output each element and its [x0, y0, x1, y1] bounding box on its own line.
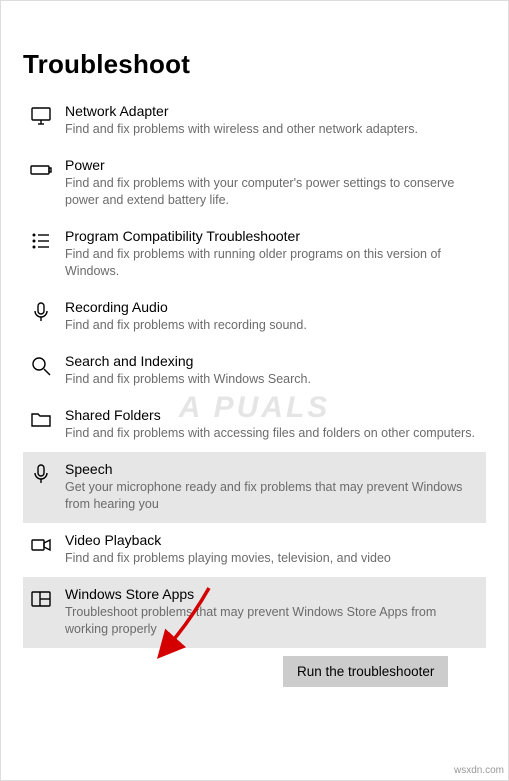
item-title: Speech	[65, 460, 480, 478]
item-title: Shared Folders	[65, 406, 480, 424]
troubleshooter-item-shared-folders[interactable]: Shared Folders Find and fix problems wit…	[23, 398, 486, 452]
item-desc: Find and fix problems playing movies, te…	[65, 550, 480, 567]
troubleshooter-item-search-indexing[interactable]: Search and Indexing Find and fix problem…	[23, 344, 486, 398]
item-title: Power	[65, 156, 480, 174]
footer-text: wsxdn.com	[454, 765, 504, 776]
search-icon	[29, 352, 65, 388]
item-title: Windows Store Apps	[65, 585, 480, 603]
run-troubleshooter-button[interactable]: Run the troubleshooter	[283, 656, 448, 687]
troubleshooter-item-program-compatibility[interactable]: Program Compatibility Troubleshooter Fin…	[23, 219, 486, 290]
page-title: Troubleshoot	[23, 49, 486, 80]
item-desc: Find and fix problems with your computer…	[65, 175, 480, 209]
item-title: Network Adapter	[65, 102, 480, 120]
troubleshooter-item-network-adapter[interactable]: Network Adapter Find and fix problems wi…	[23, 94, 486, 148]
item-desc: Find and fix problems with recording sou…	[65, 317, 480, 334]
item-title: Program Compatibility Troubleshooter	[65, 227, 480, 245]
troubleshooter-item-video-playback[interactable]: Video Playback Find and fix problems pla…	[23, 523, 486, 577]
item-desc: Find and fix problems with wireless and …	[65, 121, 480, 138]
item-title: Recording Audio	[65, 298, 480, 316]
item-desc: Find and fix problems with accessing fil…	[65, 425, 480, 442]
battery-icon	[29, 156, 65, 209]
item-desc: Get your microphone ready and fix proble…	[65, 479, 480, 513]
item-title: Video Playback	[65, 531, 480, 549]
troubleshooter-item-speech[interactable]: Speech Get your microphone ready and fix…	[23, 452, 486, 523]
microphone-icon	[29, 460, 65, 513]
folder-icon	[29, 406, 65, 442]
item-title: Search and Indexing	[65, 352, 480, 370]
item-desc: Troubleshoot problems that may prevent W…	[65, 604, 480, 638]
monitor-icon	[29, 102, 65, 138]
troubleshooter-item-recording-audio[interactable]: Recording Audio Find and fix problems wi…	[23, 290, 486, 344]
list-icon	[29, 227, 65, 280]
troubleshooter-item-windows-store-apps[interactable]: Windows Store Apps Troubleshoot problems…	[23, 577, 486, 648]
video-camera-icon	[29, 531, 65, 567]
troubleshooter-item-power[interactable]: Power Find and fix problems with your co…	[23, 148, 486, 219]
microphone-icon	[29, 298, 65, 334]
apps-grid-icon	[29, 585, 65, 638]
item-desc: Find and fix problems with running older…	[65, 246, 480, 280]
item-desc: Find and fix problems with Windows Searc…	[65, 371, 480, 388]
